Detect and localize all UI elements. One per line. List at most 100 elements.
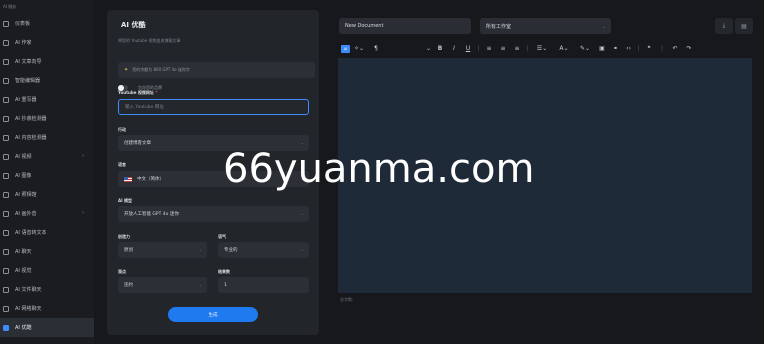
list-icon[interactable]: ☰⌄ (531, 43, 553, 55)
model-label: AI 模型 (118, 198, 132, 203)
sidebar-item-ai-vision[interactable]: AI 视觉 (0, 261, 94, 280)
sidebar-item-label: AI 聊天 (15, 249, 32, 255)
shield-icon (3, 115, 9, 122)
chevron-down-icon: ⌄ (198, 282, 202, 287)
editor-toolbar: AI ✧⌄ ¶ ⌄ B I U | ≡ ≡ ≡ | ☰⌄ A⌄ ✎⌄ ▣ ⚭ ‹… (338, 40, 752, 57)
tone-select[interactable]: 专业的 ⌄ (218, 242, 309, 258)
align-right-icon[interactable]: ≡ (510, 43, 524, 55)
model-select[interactable]: 开放人工智能 GPT 4o 迷你 ⌄ (118, 206, 309, 222)
chat-icon (3, 248, 9, 255)
sidebar-item-dashboard[interactable]: 仪表板 (0, 14, 94, 33)
align-center-icon[interactable]: ≡ (496, 43, 510, 55)
points-label: 观点 (118, 269, 126, 274)
chevron-down-icon: ⌄ (300, 247, 304, 252)
detector-icon (3, 134, 9, 141)
document-name-input[interactable]: New Document (339, 18, 471, 34)
sidebar-item-label: AI 抄袭检测器 (15, 116, 47, 122)
chevron-down-icon[interactable]: ⌄ (424, 43, 433, 55)
sidebar-item-ai-writer[interactable]: AI 作家 (0, 33, 94, 52)
youtube-url-input[interactable]: 输入 Youtube 网址 (118, 99, 309, 115)
writer-icon (3, 39, 9, 46)
sidebar-item-ai-voiceover[interactable]: AI 画外音 › (0, 204, 94, 223)
sidebar-item-ai-photo-studio[interactable]: AI 照相馆 (0, 185, 94, 204)
sidebar-item-ai-rewriter[interactable]: AI 重写器 (0, 90, 94, 109)
watermark-text: 66yuanma.com (223, 146, 535, 192)
word-count-label: 总字数: (340, 297, 354, 302)
image-icon[interactable]: ▣ (595, 43, 609, 55)
chevron-down-icon: ⌄ (300, 140, 304, 145)
sidebar-item-label: AI 照相馆 (15, 192, 37, 198)
link-icon[interactable]: ⚭ (609, 43, 622, 55)
sidebar-item-article-wizard[interactable]: AI 文章向导 (0, 52, 94, 71)
eye-icon (3, 267, 9, 274)
editor-icon (3, 77, 9, 84)
divider: | (526, 45, 529, 52)
generate-button[interactable]: 生成 (168, 307, 258, 322)
sidebar-item-file-chat[interactable]: AI 文件聊天 (0, 280, 94, 299)
save-icon[interactable]: ▤ (735, 18, 753, 34)
divider: | (660, 45, 664, 52)
quote-icon[interactable]: ❝ (642, 43, 656, 55)
sidebar-item-label: 智能编辑器 (15, 78, 41, 84)
video-icon (3, 153, 9, 160)
italic-icon[interactable]: I (447, 43, 461, 55)
download-icon[interactable]: ⤓ (715, 18, 733, 34)
sidebar-item-label: AI 画外音 (15, 211, 37, 217)
sidebar-item-label: AI 优酷 (15, 325, 32, 331)
wizard-icon (3, 58, 9, 65)
sidebar-item-smart-editor[interactable]: 智能编辑器 (0, 71, 94, 90)
sidebar-item-label: AI 作家 (15, 40, 32, 46)
sidebar-item-content-detector[interactable]: AI 内容检测器 (0, 128, 94, 147)
sparkle-icon: ✦ (124, 67, 129, 73)
chevron-down-icon: ⌄ (198, 247, 202, 252)
workspace-select[interactable]: 所有工作室 ⌄ (480, 18, 611, 34)
sidebar-item-ai-youtube[interactable]: AI 优酷 (0, 318, 94, 337)
align-left-icon[interactable]: ≡ (482, 43, 496, 55)
bold-icon[interactable]: B (433, 43, 447, 55)
underline-icon[interactable]: U (461, 43, 475, 55)
font-color-icon[interactable]: A⌄ (553, 43, 575, 55)
sidebar-header: AI 服务 (3, 4, 17, 9)
youtube-icon (3, 324, 9, 331)
globe-icon (3, 305, 9, 312)
image-icon (3, 172, 9, 179)
app-window: AI 服务 仪表板 AI 作家 AI 文章向导 智能编辑器 AI 重写器 AI … (0, 0, 764, 344)
speech-icon (3, 229, 9, 236)
sidebar-item-ai-image[interactable]: AI 图像 (0, 166, 94, 185)
divider: | (477, 45, 480, 52)
sidebar-item-plagiarism-checker[interactable]: AI 抄袭检测器 (0, 109, 94, 128)
results-label: 结果数 (218, 269, 230, 274)
magic-wand-icon[interactable]: ✧⌄ (350, 43, 368, 55)
ai-assist-button[interactable]: AI (341, 44, 350, 53)
rewriter-icon (3, 96, 9, 103)
sidebar-item-label: AI 内容检测器 (15, 135, 47, 141)
chevron-down-icon: ⌄ (602, 23, 606, 29)
microphone-icon (3, 210, 9, 217)
sidebar-item-label: AI 文件聊天 (15, 287, 42, 293)
sidebar-item-label: AI 语音转文本 (15, 230, 47, 236)
redo-icon[interactable]: ↷ (682, 43, 696, 55)
language-label: 语言 (118, 162, 126, 167)
sidebar-item-label: AI 重写器 (15, 97, 37, 103)
sidebar-item-ai-video[interactable]: AI 视频 › (0, 147, 94, 166)
highlight-icon[interactable]: ✎⌄ (575, 43, 595, 55)
creativity-select[interactable]: 原创 ⌄ (118, 242, 207, 258)
code-icon[interactable]: ‹› (622, 43, 635, 55)
file-icon (3, 286, 9, 293)
undo-icon[interactable]: ↶ (668, 43, 682, 55)
paragraph-icon[interactable]: ¶ (368, 43, 424, 55)
sidebar-item-ai-chat[interactable]: AI 聊天 (0, 242, 94, 261)
sidebar-item-label: 仪表板 (15, 21, 31, 27)
chevron-right-icon: › (82, 153, 84, 159)
sidebar-item-speech-to-text[interactable]: AI 语音转文本 (0, 223, 94, 242)
sidebar: AI 服务 仪表板 AI 作家 AI 文章向导 智能编辑器 AI 重写器 AI … (0, 0, 94, 344)
creativity-label: 创造力 (118, 234, 130, 239)
action-label: 行动 (118, 127, 126, 132)
chevron-right-icon: › (82, 210, 84, 216)
results-input[interactable]: 1 (218, 277, 309, 293)
sidebar-item-label: AI 网络聊天 (15, 306, 42, 312)
points-select[interactable]: 违约 ⌄ (118, 277, 207, 293)
camera-icon (3, 191, 9, 198)
sidebar-item-web-chat[interactable]: AI 网络聊天 (0, 299, 94, 318)
sidebar-item-label: AI 视觉 (15, 268, 32, 274)
